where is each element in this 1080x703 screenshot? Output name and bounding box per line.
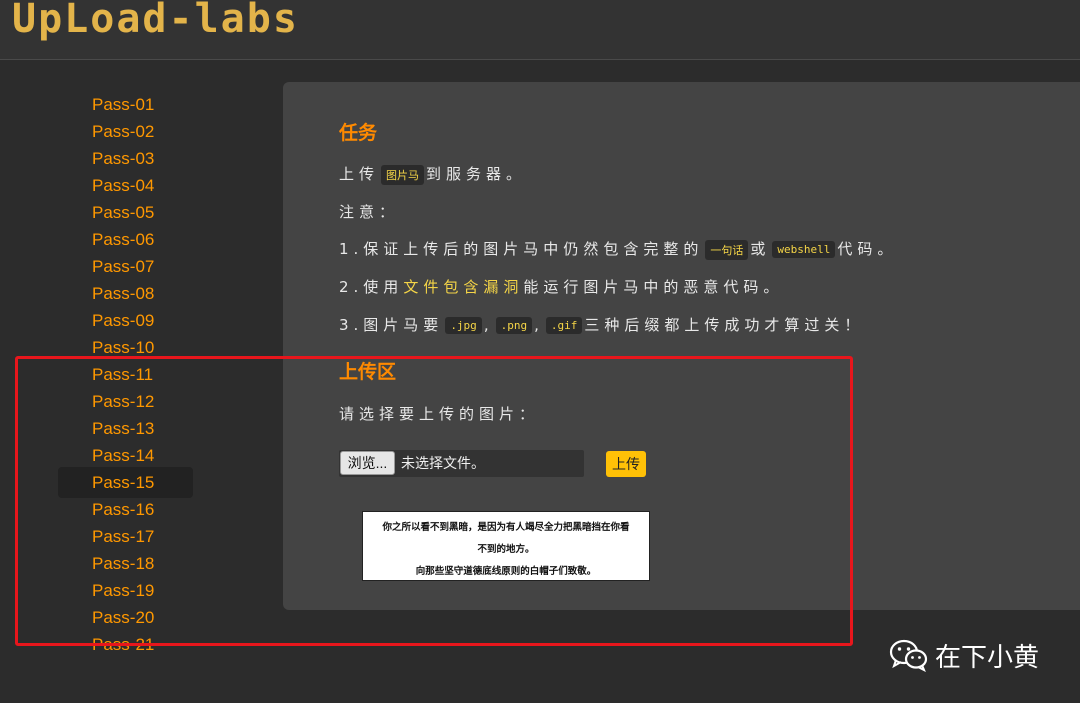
rule-3: 3.图片马要 .jpg, .png, .gif 三种后缀都上传成功才算过关！ xyxy=(339,314,864,335)
highlight-annotation-box xyxy=(15,356,853,646)
rule-text: 或 xyxy=(750,240,771,258)
highlight-text: 文件包含漏洞 xyxy=(403,278,524,296)
rule-2: 2.使用文件包含漏洞能运行图片马中的恶意代码。 xyxy=(339,276,783,297)
code-tag: .png xyxy=(495,317,533,334)
task-text: 上传 xyxy=(339,165,380,183)
code-tag: 图片马 xyxy=(381,164,425,185)
rule-text: 1.保证上传后的图片马中仍然包含完整的 xyxy=(339,240,704,258)
task-text: 到服务器。 xyxy=(426,165,527,183)
watermark: 在下小黄 xyxy=(889,637,1039,673)
code-tag: .gif xyxy=(545,317,583,334)
code-tag: webshell xyxy=(772,241,836,258)
task-heading: 任务 xyxy=(339,123,378,144)
site-logo[interactable]: UpLoad-labs xyxy=(12,0,299,42)
code-tag: 一句话 xyxy=(705,239,749,260)
rule-text: 2.使用 xyxy=(339,278,404,296)
notice-label: 注意： xyxy=(339,203,400,221)
code-tag: .jpg xyxy=(445,317,482,334)
top-header: UpLoad-labs xyxy=(0,0,1080,60)
task-line-upload: 上传 图片马 到服务器。 xyxy=(339,163,526,185)
separator: , xyxy=(534,316,544,334)
rule-1: 1.保证上传后的图片马中仍然包含完整的 一句话或 webshell 代码。 xyxy=(339,238,897,260)
watermark-text: 在下小黄 xyxy=(935,642,1040,673)
wechat-icon xyxy=(889,639,928,672)
separator: , xyxy=(483,316,494,334)
rule-text: 代码。 xyxy=(837,240,898,258)
rule-text: 能运行图片马中的恶意代码。 xyxy=(523,278,784,296)
rule-text: 3.图片马要 xyxy=(339,316,444,334)
rule-text: 三种后缀都上传成功才算过关！ xyxy=(584,316,865,334)
